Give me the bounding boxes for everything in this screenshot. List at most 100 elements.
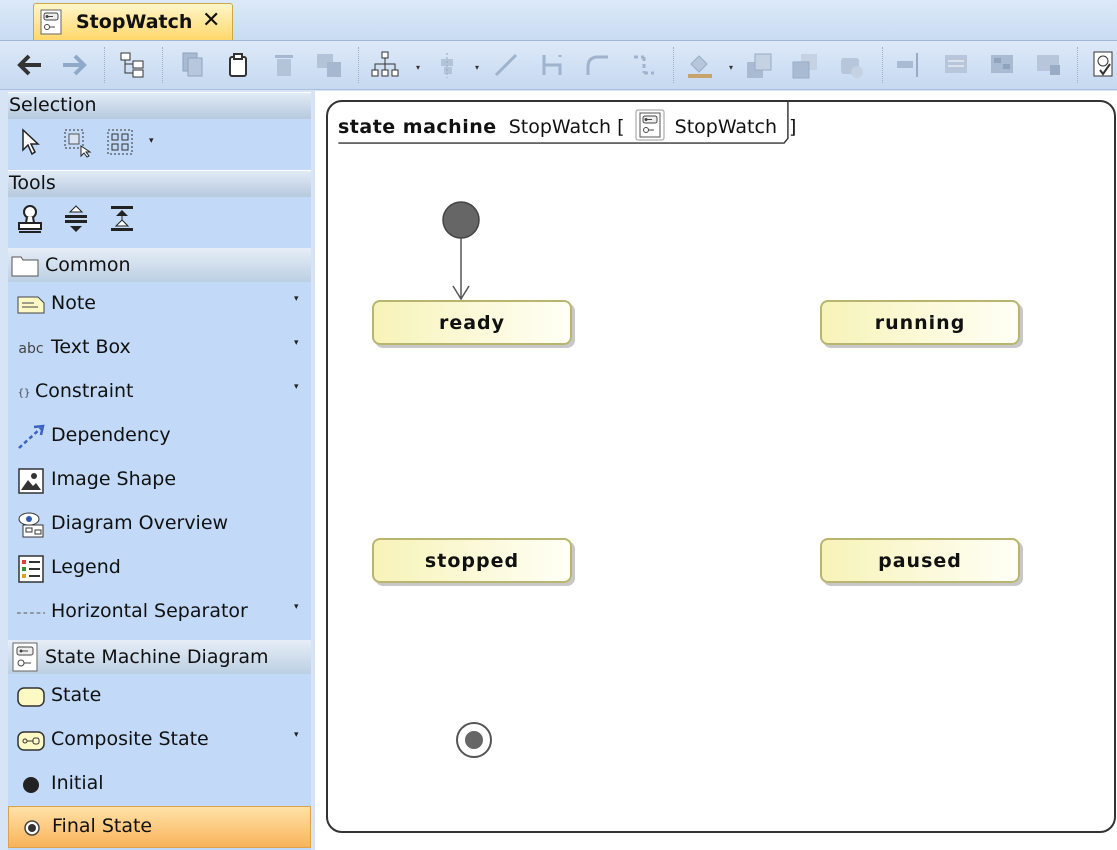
tab-title: StopWatch bbox=[76, 11, 193, 33]
initial-node[interactable] bbox=[442, 201, 480, 239]
frame-ref-name[interactable]: StopWatch bbox=[675, 116, 777, 138]
chevron-down-icon[interactable]: ▾ bbox=[416, 63, 420, 72]
state-machine-diagram-icon bbox=[11, 642, 41, 677]
tab-stopwatch[interactable]: StopWatch ✕ bbox=[33, 3, 233, 40]
final-state-node[interactable] bbox=[454, 720, 494, 760]
bring-forward-icon[interactable] bbox=[790, 49, 822, 81]
toolbar-separator bbox=[104, 47, 107, 83]
pointer-icon[interactable] bbox=[20, 128, 42, 160]
separator-icon bbox=[17, 600, 45, 626]
palette-item-label: Note bbox=[51, 292, 96, 314]
insert-space-icon[interactable] bbox=[108, 204, 136, 238]
palette-item-label: Initial bbox=[51, 772, 104, 794]
state-paused[interactable]: paused bbox=[820, 538, 1020, 583]
fit-icon[interactable] bbox=[1033, 49, 1065, 81]
containment-tree-icon[interactable] bbox=[117, 49, 149, 81]
palette-item-label: Image Shape bbox=[51, 468, 177, 490]
toolbar-separator bbox=[673, 47, 676, 83]
path-style-icon[interactable] bbox=[490, 49, 522, 81]
forward-icon[interactable] bbox=[58, 49, 90, 81]
rectilinear-path-icon[interactable] bbox=[536, 49, 568, 81]
grid-icon[interactable] bbox=[987, 49, 1019, 81]
state-machine-frame[interactable]: state machine StopWatch [ StopWatch ] re… bbox=[326, 100, 1116, 833]
image-icon bbox=[17, 468, 45, 494]
legend-icon bbox=[17, 555, 45, 583]
frame-close-bracket: ] bbox=[789, 116, 797, 138]
paste-icon[interactable] bbox=[222, 49, 254, 81]
palette-item-image-shape[interactable]: Image Shape bbox=[8, 460, 311, 502]
delete-from-model-icon[interactable] bbox=[314, 49, 346, 81]
stamp-icon[interactable] bbox=[16, 204, 44, 238]
palette-item-label: Final State bbox=[52, 815, 153, 837]
chevron-down-icon[interactable]: ▾ bbox=[475, 63, 479, 72]
toolbar-separator bbox=[358, 47, 361, 83]
frame-keyword: state machine bbox=[338, 116, 497, 138]
initial-transition[interactable] bbox=[430, 200, 550, 310]
select-all-icon[interactable] bbox=[106, 128, 134, 160]
palette-item-label: State bbox=[51, 684, 102, 706]
folder-icon bbox=[11, 253, 39, 282]
copy-icon[interactable] bbox=[176, 49, 208, 81]
text-box-icon: abc bbox=[18, 341, 44, 357]
palette-item-state[interactable]: State bbox=[8, 676, 311, 718]
close-icon[interactable]: ✕ bbox=[202, 8, 220, 33]
final-state-icon bbox=[18, 815, 46, 841]
selection-header-label: Selection bbox=[9, 94, 97, 116]
palette-item-horizontal-separator[interactable]: Horizontal Separator ▾ bbox=[8, 592, 311, 634]
dependency-icon bbox=[17, 424, 45, 450]
paint-format-icon[interactable] bbox=[836, 49, 868, 81]
delete-icon[interactable] bbox=[268, 49, 300, 81]
state-running[interactable]: running bbox=[820, 300, 1020, 345]
chevron-down-icon[interactable]: ▾ bbox=[729, 63, 733, 72]
validate-icon[interactable] bbox=[1088, 49, 1117, 81]
palette-item-label: Dependency bbox=[51, 424, 171, 446]
marquee-select-icon[interactable] bbox=[63, 128, 93, 162]
back-icon[interactable] bbox=[14, 49, 46, 81]
palette-item-legend[interactable]: Legend bbox=[8, 548, 311, 590]
split-icon[interactable] bbox=[62, 204, 90, 238]
bezier-path-icon[interactable] bbox=[628, 49, 660, 81]
diagram-canvas[interactable]: state machine StopWatch [ StopWatch ] re… bbox=[315, 91, 1117, 850]
toolbar: ▾ ▾ ▾ bbox=[0, 41, 1117, 90]
tools-group-header[interactable]: Tools bbox=[8, 170, 311, 197]
send-backward-icon[interactable] bbox=[744, 49, 776, 81]
state-machine-diagram-icon bbox=[635, 109, 665, 146]
align-icon[interactable] bbox=[432, 49, 464, 81]
selection-group-header[interactable]: Selection bbox=[8, 92, 311, 119]
state-machine-diagram-header-label: State Machine Diagram bbox=[45, 646, 269, 668]
palette-item-note[interactable]: Note ▾ bbox=[8, 284, 311, 326]
palette-item-label: Horizontal Separator bbox=[51, 600, 248, 622]
distribute-icon[interactable] bbox=[894, 49, 926, 81]
toolbar-separator bbox=[882, 47, 885, 83]
constraint-icon: {} bbox=[17, 387, 31, 399]
palette-item-label: Legend bbox=[51, 556, 121, 578]
initial-icon bbox=[17, 772, 45, 798]
palette-item-constraint[interactable]: {} Constraint ▾ bbox=[8, 372, 311, 414]
palette-item-composite-state[interactable]: Composite State ▾ bbox=[8, 720, 311, 762]
common-group-header[interactable]: Common bbox=[8, 248, 311, 282]
equal-size-icon[interactable] bbox=[941, 49, 973, 81]
chevron-down-icon[interactable]: ▾ bbox=[149, 136, 154, 146]
chevron-down-icon[interactable]: ▾ bbox=[294, 602, 299, 612]
state-machine-diagram-group-header[interactable]: State Machine Diagram bbox=[8, 640, 311, 674]
note-icon bbox=[17, 292, 45, 318]
chevron-down-icon[interactable]: ▾ bbox=[294, 730, 299, 740]
state-stopped[interactable]: stopped bbox=[372, 538, 572, 583]
palette-item-initial[interactable]: Initial bbox=[8, 764, 311, 806]
chevron-down-icon[interactable]: ▾ bbox=[294, 338, 299, 348]
chevron-down-icon[interactable]: ▾ bbox=[294, 382, 299, 392]
palette-item-diagram-overview[interactable]: Diagram Overview bbox=[8, 504, 311, 546]
palette-item-dependency[interactable]: Dependency bbox=[8, 416, 311, 458]
fill-color-icon[interactable] bbox=[684, 49, 716, 81]
toolbar-separator bbox=[162, 47, 165, 83]
diagram-overview-icon bbox=[17, 512, 45, 538]
chevron-down-icon[interactable]: ▾ bbox=[294, 294, 299, 304]
layout-icon[interactable] bbox=[369, 49, 401, 81]
palette-item-final-state[interactable]: Final State bbox=[8, 806, 311, 848]
composite-state-icon bbox=[17, 728, 45, 754]
toolbar-separator bbox=[1077, 47, 1080, 83]
oblique-path-icon[interactable] bbox=[582, 49, 614, 81]
palette-item-text-box[interactable]: abc Text Box ▾ bbox=[8, 328, 311, 370]
state-machine-diagram-icon bbox=[39, 9, 65, 35]
state-ready[interactable]: ready bbox=[372, 300, 572, 345]
